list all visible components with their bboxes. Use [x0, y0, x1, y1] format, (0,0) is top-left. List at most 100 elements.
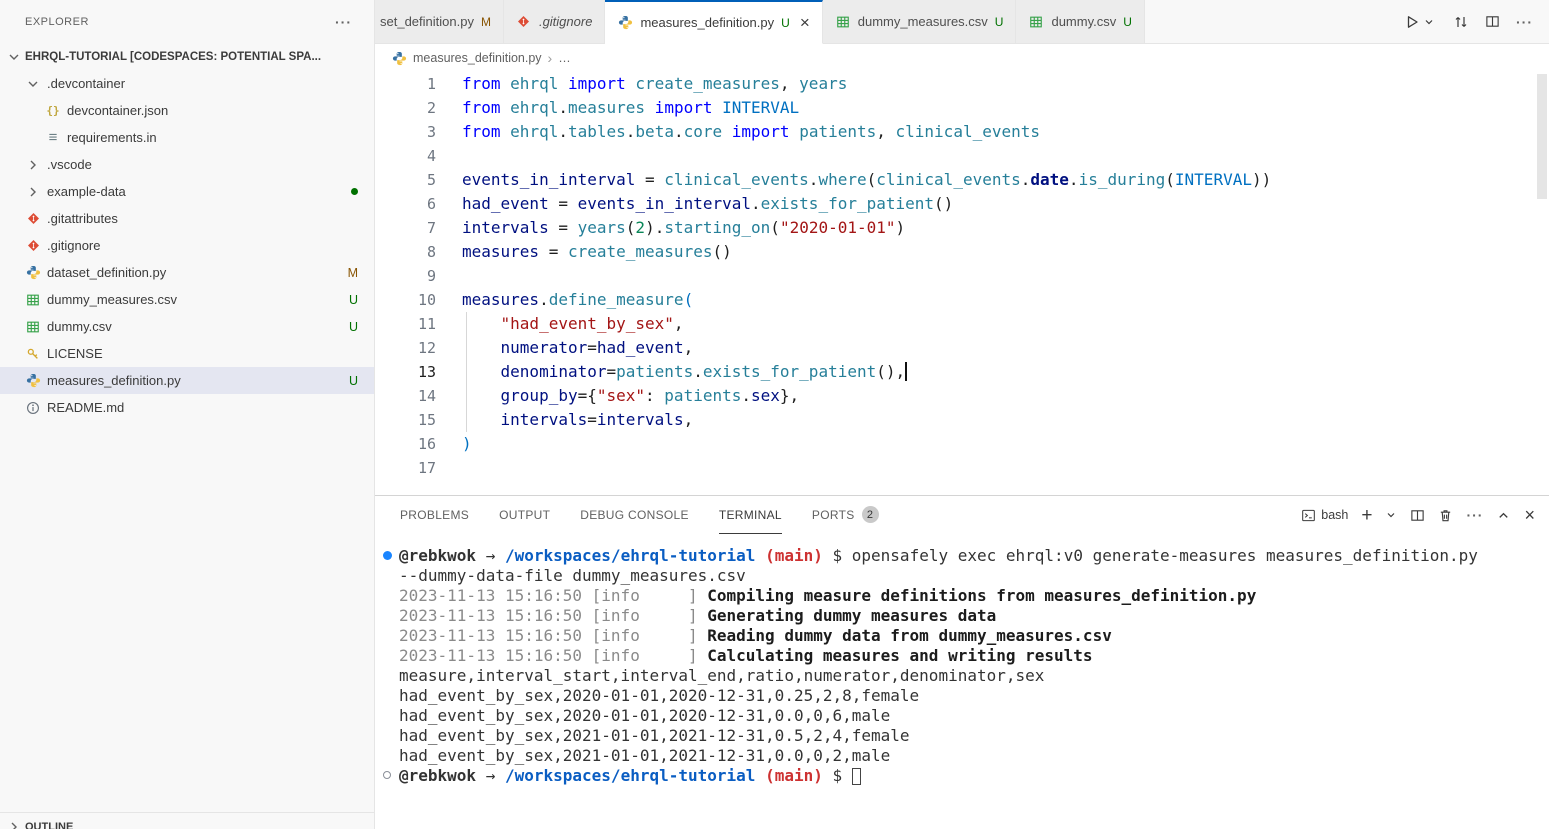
code-line[interactable]: 7intervals = years(2).starting_on("2020-…: [375, 216, 1549, 240]
project-header[interactable]: EHRQL-TUTORIAL [CODESPACES: POTENTIAL SP…: [0, 44, 374, 70]
terminal-line: had_event_by_sex,2020-01-01,2020-12-31,0…: [399, 686, 1541, 706]
shell-selector[interactable]: bash: [1300, 507, 1348, 523]
code-line[interactable]: 8measures = create_measures(): [375, 240, 1549, 264]
code-line[interactable]: 5events_in_interval = clinical_events.wh…: [375, 168, 1549, 192]
code-editor[interactable]: 1from ehrql import create_measures, year…: [375, 72, 1549, 495]
run-python-button[interactable]: [1404, 14, 1437, 30]
tab-dummy.csv[interactable]: dummy.csvU: [1016, 0, 1144, 43]
close-icon[interactable]: ×: [800, 14, 810, 31]
tree-item-dataset_definition.py[interactable]: dataset_definition.py M: [0, 259, 374, 286]
split-terminal-button[interactable]: [1410, 508, 1425, 523]
terminal[interactable]: @rebkwok → /workspaces/ehrql-tutorial (m…: [375, 534, 1549, 829]
python-icon: [25, 265, 41, 281]
tree-item-LICENSE[interactable]: LICENSE: [0, 340, 374, 367]
panel-tab-debug-console[interactable]: DEBUG CONSOLE: [580, 496, 689, 534]
line-number: 13: [375, 360, 436, 384]
tab-label: .gitignore: [539, 14, 592, 29]
breadcrumb-symbol[interactable]: …: [558, 51, 571, 65]
code-text: measures.define_measure(: [436, 288, 693, 312]
editor-more-button[interactable]: ···: [1516, 15, 1533, 29]
tree-item-.gitattributes[interactable]: .gitattributes: [0, 205, 374, 232]
play-icon: [1404, 14, 1420, 30]
editor-scrollbar[interactable]: [1537, 74, 1547, 199]
code-line[interactable]: 13 denominator=patients.exists_for_patie…: [375, 360, 1549, 384]
tab-bar: set_definition.pyM .gitignore measures_def…: [375, 0, 1549, 44]
split-editor-button[interactable]: [1485, 14, 1500, 29]
file-name: README.md: [47, 400, 124, 415]
tab-measures_definition.py[interactable]: measures_definition.pyU×: [605, 0, 822, 44]
code-line[interactable]: 11 "had_event_by_sex",: [375, 312, 1549, 336]
explorer-more-button[interactable]: ···: [335, 15, 352, 29]
license-icon: [25, 346, 41, 362]
code-line[interactable]: 4: [375, 144, 1549, 168]
vscode-window: EXPLORER ··· EHRQL-TUTORIAL [CODESPACES:…: [0, 0, 1549, 829]
explorer-header: EXPLORER ···: [0, 0, 374, 44]
file-tree: .devcontainer{}devcontainer.json≡require…: [0, 70, 374, 421]
panel-tab-problems[interactable]: PROBLEMS: [400, 496, 469, 534]
tree-item-requirements.in[interactable]: ≡requirements.in: [0, 124, 374, 151]
tree-item-.gitignore[interactable]: .gitignore: [0, 232, 374, 259]
code-line[interactable]: 10measures.define_measure(: [375, 288, 1549, 312]
tree-item-dummy_measures.csv[interactable]: dummy_measures.csv U: [0, 286, 374, 313]
line-number: 3: [375, 120, 436, 144]
code-line[interactable]: 6had_event = events_in_interval.exists_f…: [375, 192, 1549, 216]
git-status-badge: U: [995, 15, 1004, 29]
terminal-cursor: [852, 768, 861, 785]
reqs-icon: ≡: [45, 130, 61, 146]
chevron-right-icon: [25, 184, 41, 200]
compare-changes-icon[interactable]: [1453, 14, 1469, 30]
terminal-line: 2023-11-13 15:16:50 [info ] Calculating …: [399, 646, 1541, 666]
line-number: 4: [375, 144, 436, 168]
tree-item-example-data[interactable]: example-data: [0, 178, 374, 205]
command-decoration-filled[interactable]: [383, 551, 392, 560]
code-text: [436, 144, 462, 168]
panel-tab-terminal[interactable]: TERMINAL: [719, 496, 782, 534]
code-line[interactable]: 2from ehrql.measures import INTERVAL: [375, 96, 1549, 120]
panel-tab-output[interactable]: OUTPUT: [499, 496, 550, 534]
panel-tab-ports[interactable]: PORTS2: [812, 496, 879, 534]
file-name: dataset_definition.py: [47, 265, 166, 280]
code-line[interactable]: 12 numerator=had_event,: [375, 336, 1549, 360]
tab-.gitignore[interactable]: .gitignore: [504, 0, 605, 43]
tree-item-devcontainer.json[interactable]: {}devcontainer.json: [0, 97, 374, 124]
new-terminal-button[interactable]: +: [1361, 506, 1372, 525]
chevron-right-icon: [25, 157, 41, 173]
git-status-badge: U: [349, 293, 358, 307]
code-line[interactable]: 16): [375, 432, 1549, 456]
file-name: .gitignore: [47, 238, 100, 253]
code-line[interactable]: 1from ehrql import create_measures, year…: [375, 72, 1549, 96]
launch-profile-chevron-down-icon[interactable]: [1385, 509, 1397, 521]
chevron-right-icon: [6, 819, 22, 829]
command-decoration-open[interactable]: [383, 771, 391, 779]
tab-set_definition.py[interactable]: set_definition.pyM: [375, 0, 504, 43]
tree-item-measures_definition.py[interactable]: measures_definition.py U: [0, 367, 374, 394]
code-line[interactable]: 17: [375, 456, 1549, 480]
code-line[interactable]: 14 group_by={"sex": patients.sex},: [375, 384, 1549, 408]
code-line[interactable]: 9: [375, 264, 1549, 288]
editor-column: set_definition.pyM .gitignore measures_def…: [375, 0, 1549, 829]
git-status-badge: U: [349, 374, 358, 388]
tree-item-README.md[interactable]: README.md: [0, 394, 374, 421]
outline-section[interactable]: OUTLINE: [0, 812, 374, 829]
panel-more-button[interactable]: ···: [1466, 508, 1483, 522]
code-line[interactable]: 3from ehrql.tables.beta.core import pati…: [375, 120, 1549, 144]
kill-terminal-button[interactable]: [1438, 508, 1453, 523]
code-text: intervals = years(2).starting_on("2020-0…: [436, 216, 905, 240]
tree-item-.devcontainer[interactable]: .devcontainer: [0, 70, 374, 97]
tree-item-.vscode[interactable]: .vscode: [0, 151, 374, 178]
explorer-title: EXPLORER: [25, 16, 89, 28]
tree-item-dummy.csv[interactable]: dummy.csvU: [0, 313, 374, 340]
file-name: dummy_measures.csv: [47, 292, 177, 307]
code-line[interactable]: 15 intervals=intervals,: [375, 408, 1549, 432]
code-text: [436, 456, 462, 480]
file-name: measures_definition.py: [47, 373, 181, 388]
close-panel-button[interactable]: ×: [1524, 506, 1535, 524]
tab-label: measures_definition.py: [640, 15, 774, 30]
tab-dummy_measures.csv[interactable]: dummy_measures.csvU: [823, 0, 1017, 43]
git-icon: [25, 238, 41, 254]
line-number: 16: [375, 432, 436, 456]
breadcrumb-file[interactable]: measures_definition.py: [413, 51, 542, 65]
maximize-panel-button[interactable]: [1496, 508, 1511, 523]
git-status-badge: M: [348, 266, 358, 280]
breadcrumb[interactable]: measures_definition.py › …: [375, 44, 1549, 72]
